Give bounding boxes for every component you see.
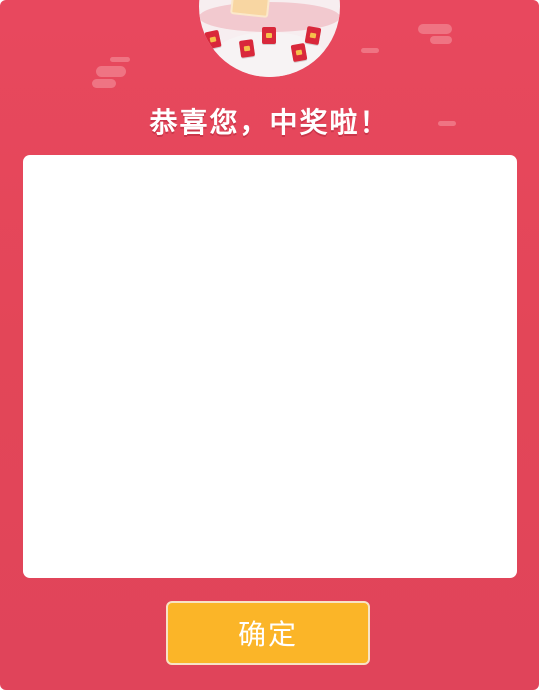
red-envelope-icon (304, 25, 322, 46)
decor-bar (92, 79, 116, 88)
decor-bar (430, 36, 452, 44)
red-envelope-icon (262, 27, 276, 44)
decor-bar (96, 66, 126, 77)
red-envelope-illustration-icon (199, 0, 340, 77)
red-envelope-icon (204, 29, 222, 50)
decor-bar (110, 57, 130, 62)
red-envelope-icon (290, 42, 308, 63)
prize-content-area (23, 155, 517, 578)
prize-dialog: 恭喜您，中奖啦！ 确定 (0, 0, 539, 690)
confirm-button[interactable]: 确定 (166, 601, 370, 665)
red-envelope-icon (238, 39, 256, 58)
decor-bar (418, 24, 452, 34)
dialog-title: 恭喜您，中奖啦！ (149, 106, 390, 139)
decor-bar (361, 48, 379, 53)
